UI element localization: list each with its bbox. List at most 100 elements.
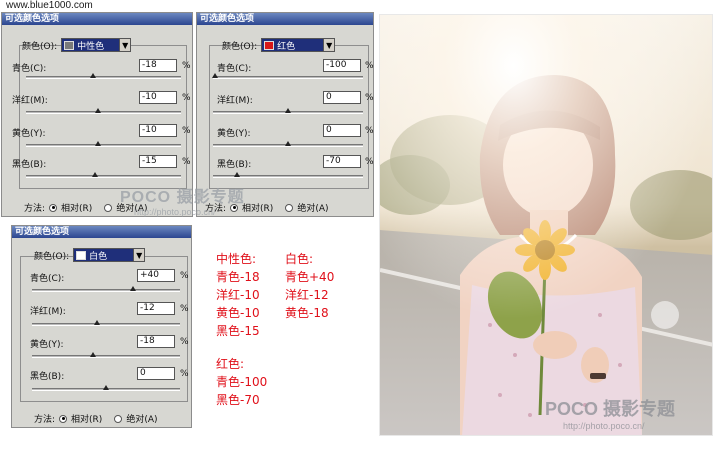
panel-title: 可选颜色选项 <box>197 13 373 25</box>
note-line: 黄色-18 <box>285 306 329 320</box>
slider-label: 黄色(Y): <box>217 129 251 139</box>
radio-absolute[interactable] <box>285 203 294 212</box>
note-line: 白色: <box>285 252 314 266</box>
note-line: 黑色-70 <box>216 393 260 407</box>
value-input[interactable]: -18 <box>137 335 175 348</box>
slider-thumb[interactable] <box>92 172 98 177</box>
note-line: 中性色: <box>216 252 257 266</box>
color-label: 颜色(O): <box>222 41 258 52</box>
radio-relative-label: 相对(R) <box>61 204 93 214</box>
slider-thumb[interactable] <box>103 385 109 390</box>
color-swatch <box>264 40 275 50</box>
color-dropdown[interactable]: 白色 ▼ <box>73 248 146 262</box>
notes-neutral: 中性色: 青色-18 洋红-10 黄色-10 黑色-15 <box>216 250 260 340</box>
method-label: 方法: <box>34 415 56 425</box>
slider-track[interactable] <box>26 111 181 114</box>
percent-label: % <box>182 157 191 167</box>
method-row: 方法: 相对(R) 绝对(A) <box>34 412 158 425</box>
radio-relative[interactable] <box>59 414 68 423</box>
notes-red: 红色: 青色-100 黑色-70 <box>216 355 267 409</box>
percent-label: % <box>180 271 189 281</box>
slider-thumb[interactable] <box>90 352 96 357</box>
slider-label: 青色(C): <box>217 64 252 74</box>
color-row: 颜色(O): 红色 ▼ <box>222 38 336 52</box>
slider-track[interactable] <box>26 175 181 178</box>
slider-track[interactable] <box>26 144 181 147</box>
percent-label: % <box>365 93 374 103</box>
slider-label: 黑色(B): <box>217 160 252 170</box>
note-line: 洋红-10 <box>216 288 260 302</box>
value-input[interactable]: -10 <box>139 124 177 137</box>
value-input[interactable]: -10 <box>139 91 177 104</box>
radio-absolute[interactable] <box>104 203 113 212</box>
value-input[interactable]: -15 <box>139 155 177 168</box>
slider-thumb[interactable] <box>285 141 291 146</box>
photo-watermark: POCO 摄影专题 http://photo.poco.cn/ <box>545 395 675 431</box>
percent-label: % <box>180 369 189 379</box>
slider-thumb[interactable] <box>94 320 100 325</box>
slider-label: 青色(C): <box>12 64 47 74</box>
chevron-down-icon[interactable]: ▼ <box>133 249 145 261</box>
value-input[interactable]: 0 <box>323 91 361 104</box>
color-value: 中性色 <box>77 41 105 52</box>
percent-label: % <box>365 157 374 167</box>
note-line: 黄色-10 <box>216 306 260 320</box>
percent-label: % <box>180 304 189 314</box>
watermark-url: http://photo.poco.cn/ <box>134 207 216 217</box>
color-value: 红色 <box>277 41 296 52</box>
radio-absolute[interactable] <box>114 414 123 423</box>
color-dropdown[interactable]: 中性色 ▼ <box>61 38 132 52</box>
radio-relative-label: 相对(R) <box>71 415 103 425</box>
notes-white: 白色: 青色+40 洋红-12 黄色-18 <box>285 250 334 322</box>
slider-track[interactable] <box>213 76 363 79</box>
photo-watermark-url: http://photo.poco.cn/ <box>563 421 645 431</box>
panel-title: 可选颜色选项 <box>2 13 192 25</box>
watermark-brand: POCO 摄影专题 <box>120 189 245 206</box>
slider-label: 青色(C): <box>30 274 65 284</box>
color-row: 颜色(O): 白色 ▼ <box>34 248 146 262</box>
slider-thumb[interactable] <box>95 141 101 146</box>
chevron-down-icon[interactable]: ▼ <box>119 39 131 51</box>
photo-illustration <box>380 15 712 435</box>
slider-track[interactable] <box>32 289 180 292</box>
note-line: 青色-18 <box>216 270 260 284</box>
radio-relative[interactable] <box>49 203 58 212</box>
value-input[interactable]: 0 <box>323 124 361 137</box>
slider-thumb[interactable] <box>130 286 136 291</box>
radio-absolute-label: 绝对(A) <box>126 415 158 425</box>
color-value: 白色 <box>89 251 108 262</box>
slider-track[interactable] <box>32 355 180 358</box>
color-label: 颜色(O): <box>22 41 58 52</box>
slider-label: 黑色(B): <box>30 372 65 382</box>
slider-thumb[interactable] <box>90 73 96 78</box>
note-line: 红色: <box>216 357 245 371</box>
slider-label: 黄色(Y): <box>12 129 46 139</box>
radio-relative-label: 相对(R) <box>242 204 274 214</box>
percent-label: % <box>365 126 374 136</box>
percent-label: % <box>182 61 191 71</box>
slider-track[interactable] <box>32 323 180 326</box>
value-input[interactable]: +40 <box>137 269 175 282</box>
slider-thumb[interactable] <box>95 108 101 113</box>
slider-label: 洋红(M): <box>30 307 66 317</box>
slider-thumb[interactable] <box>234 172 240 177</box>
color-row: 颜色(O): 中性色 ▼ <box>22 38 132 52</box>
selective-color-panel-white: 可选颜色选项 颜色(O): 白色 ▼ 青色(C): +40 % 洋红(M): -… <box>11 225 192 428</box>
value-input[interactable]: -18 <box>139 59 177 72</box>
slider-track[interactable] <box>26 76 181 79</box>
value-input[interactable]: -100 <box>323 59 361 72</box>
percent-label: % <box>182 126 191 136</box>
slider-thumb[interactable] <box>212 73 218 78</box>
value-input[interactable]: 0 <box>137 367 175 380</box>
percent-label: % <box>180 337 189 347</box>
chevron-down-icon[interactable]: ▼ <box>323 39 335 51</box>
value-input[interactable]: -70 <box>323 155 361 168</box>
slider-thumb[interactable] <box>285 108 291 113</box>
percent-label: % <box>365 61 374 71</box>
color-dropdown[interactable]: 红色 ▼ <box>261 38 336 52</box>
radio-absolute-label: 绝对(A) <box>297 204 329 214</box>
panel-title: 可选颜色选项 <box>12 226 191 238</box>
percent-label: % <box>182 93 191 103</box>
note-line: 洋红-12 <box>285 288 329 302</box>
value-input[interactable]: -12 <box>137 302 175 315</box>
